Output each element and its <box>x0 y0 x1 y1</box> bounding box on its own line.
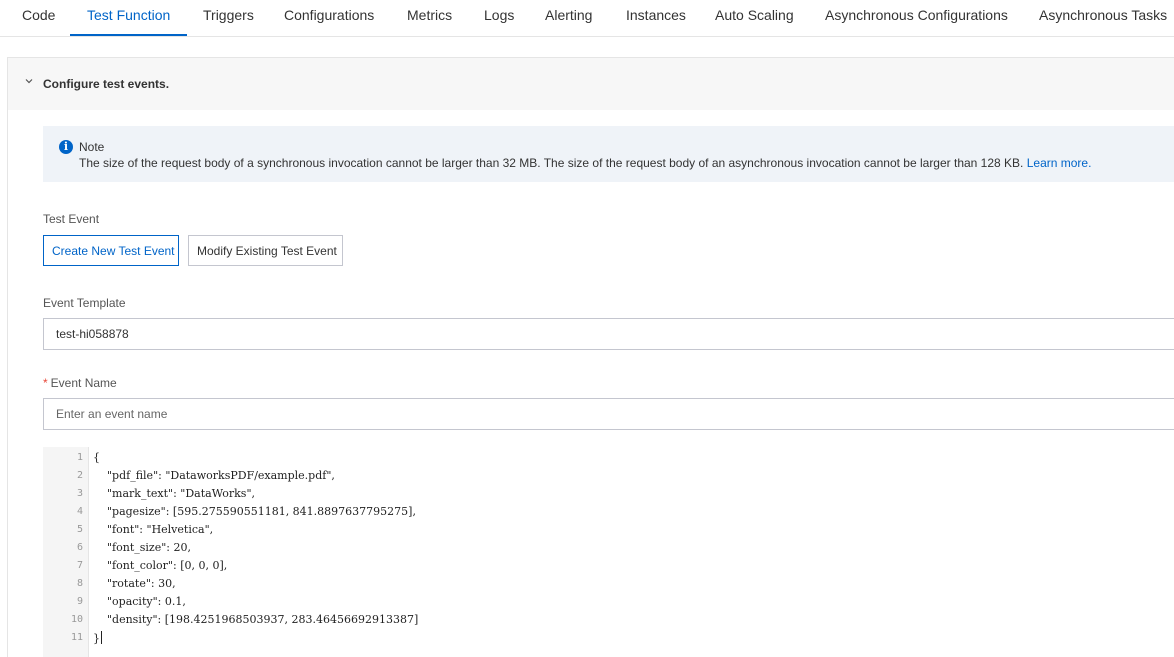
line-number: 8 <box>76 578 83 589</box>
line-number: 5 <box>76 524 83 535</box>
chevron-down-icon[interactable] <box>25 77 33 85</box>
event-code-editor[interactable]: 1 2 3 4 5 6 7 8 9 10 11 { "pdf_file": "D… <box>43 447 1174 657</box>
event-name-label-text: Event Name <box>50 376 117 390</box>
tab-instances[interactable]: Instances <box>626 0 686 37</box>
tab-asynchronous-tasks[interactable]: Asynchronous Tasks <box>1039 0 1167 37</box>
code-line[interactable]: "font": "Helvetica", <box>93 523 213 536</box>
learn-more-link[interactable]: Learn more. <box>1027 156 1092 170</box>
info-icon: i <box>59 140 73 154</box>
code-line[interactable]: "mark_text": "DataWorks", <box>93 487 255 500</box>
test-event-label: Test Event <box>43 212 100 226</box>
line-number: 1 <box>76 452 83 463</box>
line-number: 11 <box>70 632 83 643</box>
code-line[interactable]: "rotate": 30, <box>93 577 176 590</box>
event-name-input[interactable] <box>43 398 1174 430</box>
line-number: 6 <box>76 542 83 553</box>
note-box: i Note The size of the request body of a… <box>43 126 1174 182</box>
event-name-label: * Event Name <box>43 376 117 390</box>
panel-title: Configure test events. <box>43 77 170 91</box>
tab-alerting[interactable]: Alerting <box>545 0 592 37</box>
event-template-label: Event Template <box>43 296 126 310</box>
line-number: 4 <box>76 506 83 517</box>
note-body: The size of the request body of a synchr… <box>79 156 1024 170</box>
note-title: Note <box>79 140 105 154</box>
tab-configurations[interactable]: Configurations <box>284 0 374 37</box>
line-number: 2 <box>76 470 83 481</box>
create-new-test-event-button[interactable]: Create New Test Event <box>43 235 179 266</box>
code-line[interactable]: "opacity": 0.1, <box>93 595 186 608</box>
note-text: The size of the request body of a synchr… <box>79 156 1091 170</box>
active-tab-indicator <box>70 34 187 36</box>
tab-metrics[interactable]: Metrics <box>407 0 452 37</box>
tab-bar: Code Test Function Triggers Configuratio… <box>0 0 1174 37</box>
event-template-select[interactable]: test-hi058878 <box>43 318 1174 350</box>
code-line[interactable]: } <box>93 632 100 645</box>
tab-logs[interactable]: Logs <box>484 0 514 37</box>
tab-asynchronous-configurations[interactable]: Asynchronous Configurations <box>825 0 1008 37</box>
panel-header[interactable]: Configure test events. <box>8 58 1174 110</box>
tab-code[interactable]: Code <box>22 0 55 37</box>
code-line[interactable]: "font_size": 20, <box>93 541 191 554</box>
line-number: 10 <box>70 614 83 625</box>
code-line[interactable]: "font_color": [0, 0, 0], <box>93 559 227 572</box>
code-line[interactable]: { <box>93 451 100 464</box>
line-number: 9 <box>76 596 83 607</box>
line-number: 7 <box>76 560 83 571</box>
tab-triggers[interactable]: Triggers <box>203 0 254 37</box>
code-line-last[interactable]: } <box>93 631 102 645</box>
text-cursor <box>101 631 102 644</box>
line-number-gutter: 1 2 3 4 5 6 7 8 9 10 11 <box>43 447 89 657</box>
code-line[interactable]: "density": [198.4251968503937, 283.46456… <box>93 613 418 626</box>
tab-test-function[interactable]: Test Function <box>87 0 170 37</box>
modify-existing-test-event-button[interactable]: Modify Existing Test Event <box>188 235 343 266</box>
required-mark: * <box>43 376 48 390</box>
code-line[interactable]: "pdf_file": "DataworksPDF/example.pdf", <box>93 469 335 482</box>
line-number: 3 <box>76 488 83 499</box>
code-line[interactable]: "pagesize": [595.275590551181, 841.88976… <box>93 505 416 518</box>
tab-auto-scaling[interactable]: Auto Scaling <box>715 0 794 37</box>
